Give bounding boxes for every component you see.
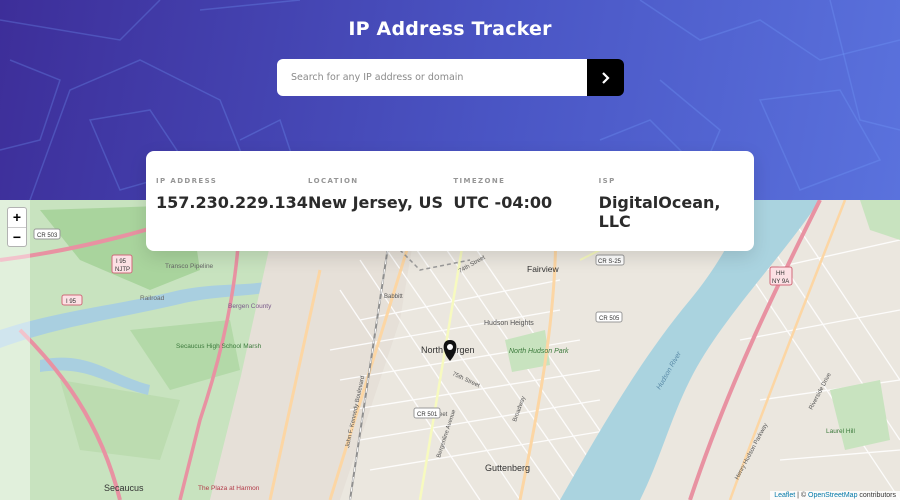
zoom-out-button[interactable]: −: [8, 227, 26, 246]
info-value: UTC -04:00: [453, 193, 553, 212]
info-value: 157.230.229.134: [156, 193, 308, 212]
info-location: LOCATION New Jersey, US: [308, 177, 453, 251]
info-label: LOCATION: [308, 177, 359, 185]
chevron-right-icon: [601, 71, 610, 84]
map-zoom-controls: + −: [7, 207, 27, 247]
street-label: Broadway: [512, 396, 527, 423]
road-shield-label: I 95: [116, 259, 127, 265]
road-shield-label: HH: [776, 271, 785, 277]
info-value: DigitalOcean, LLC: [598, 193, 721, 231]
place-label: Hudson Heights: [484, 320, 534, 327]
location-pin-icon[interactable]: [443, 340, 457, 361]
street-label: Babbitt: [384, 294, 403, 300]
info-isp: ISP DigitalOcean, LLC: [599, 177, 744, 251]
road-shield-label: I 95: [66, 299, 77, 305]
place-label: Bergen County: [228, 303, 272, 310]
road-shield-label: CR S-25: [598, 259, 622, 265]
info-label: IP ADDRESS: [156, 177, 218, 185]
place-label: Laurel Hill: [826, 428, 855, 435]
road-shield-label: NY 9A: [772, 279, 789, 285]
place-label: Fairview: [527, 264, 560, 274]
place-label: Transco Pipeline: [165, 263, 214, 270]
place-label: Railroad: [140, 295, 165, 302]
street-label: 75th Street: [451, 371, 480, 389]
street-label: 74th Street: [458, 255, 487, 275]
place-label: North Hudson Park: [509, 348, 569, 355]
place-label: Secaucus High School Marsh: [176, 343, 262, 350]
road-shield-label: NJTP: [115, 267, 130, 273]
road-shield-label: CR 503: [37, 233, 58, 239]
place-label: Secaucus: [104, 483, 144, 493]
street-label: Riverside Drive: [808, 372, 833, 411]
search-submit-button[interactable]: [587, 59, 624, 96]
page-title: IP Address Tracker: [348, 18, 552, 40]
search-input[interactable]: [277, 59, 587, 96]
info-label: TIMEZONE: [453, 177, 506, 185]
street-label: Henry Hudson Parkway: [734, 422, 769, 480]
info-ip-address: IP ADDRESS 157.230.229.134: [156, 177, 308, 251]
road-shield-label: CR 505: [599, 316, 620, 322]
road-shield-label: CR 501: [417, 412, 438, 418]
water-label: Hudson River: [656, 350, 684, 391]
ip-info-card: IP ADDRESS 157.230.229.134 LOCATION New …: [146, 151, 754, 251]
search-bar: [277, 59, 624, 96]
info-value: New Jersey, US: [308, 193, 444, 212]
osm-link[interactable]: OpenStreetMap: [808, 492, 857, 499]
info-timezone: TIMEZONE UTC -04:00: [453, 177, 598, 251]
place-label: Guttenberg: [485, 463, 530, 473]
leaflet-link[interactable]: Leaflet: [774, 492, 795, 499]
street-label: John F. Kennedy Boulevard: [345, 375, 366, 448]
attribution-tail: contributors: [857, 492, 896, 499]
map-attribution: Leaflet | © OpenStreetMap contributors: [770, 491, 900, 500]
zoom-in-button[interactable]: +: [8, 208, 26, 227]
place-label: The Plaza at Harmon: [198, 485, 260, 492]
attribution-separator: | ©: [795, 492, 809, 499]
info-label: ISP: [598, 177, 616, 185]
